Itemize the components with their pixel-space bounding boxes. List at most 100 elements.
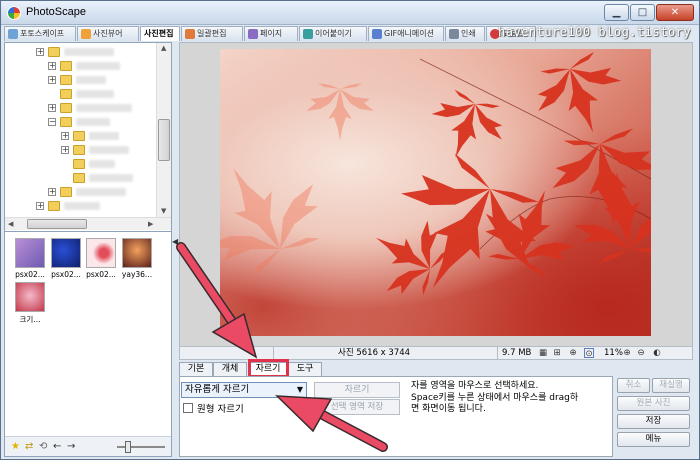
redo-button[interactable]: 재실행 [652, 378, 690, 393]
scroll-right-icon[interactable]: ▶ [148, 220, 153, 228]
info-icon[interactable]: ◐ [652, 348, 662, 358]
tab-gif[interactable]: GIF애니메이션 [368, 26, 444, 41]
collapse-icon[interactable]: − [48, 118, 56, 126]
back-icon[interactable]: ← [53, 441, 61, 453]
fit-icon[interactable]: ⊞ [552, 348, 562, 358]
expand-icon[interactable]: + [61, 146, 69, 154]
cancel-button[interactable]: 취소 [617, 378, 650, 393]
expand-icon[interactable]: + [36, 48, 44, 56]
scroll-thumb[interactable] [158, 119, 170, 161]
original-photo-button[interactable]: 원본 사진 [617, 396, 690, 411]
tab-tools[interactable]: 도구 [288, 362, 322, 376]
panel-collapse-icon[interactable]: ◀ [172, 237, 178, 246]
zoom-actual-icon[interactable]: ⊙ [584, 348, 594, 359]
tree-label-blurred [64, 48, 114, 56]
menu-button[interactable]: 메뉴 [617, 432, 690, 447]
expand-icon[interactable]: + [48, 188, 56, 196]
thumbnail-caption: psx02... [15, 270, 45, 279]
minimize-button[interactable]: ▁ [604, 4, 629, 21]
forward-icon[interactable]: → [67, 441, 75, 453]
tab-basic[interactable]: 기본 [179, 362, 213, 376]
folder-icon [60, 61, 72, 71]
tab-object[interactable]: 개체 [213, 362, 247, 376]
thumbnail-caption: psx02... [86, 270, 116, 279]
crop-mode-select[interactable]: 자유롭게 자르기 ▼ [181, 382, 307, 398]
folder-icon [60, 187, 72, 197]
crop-button[interactable]: 자르기 [314, 382, 400, 398]
tree-label-blurred [89, 132, 119, 140]
edited-photo[interactable] [220, 49, 651, 336]
folder-tree[interactable]: + + + + − + + + + ▲ ▼ [5, 43, 171, 217]
batch-icon [185, 29, 195, 39]
refresh-icon[interactable]: ⟲ [39, 441, 47, 453]
thumbnail-image [86, 238, 116, 268]
tab-combine[interactable]: 이어붙이기 [299, 26, 367, 41]
checker-icon[interactable]: ▦ [538, 348, 548, 358]
combine-icon [303, 29, 313, 39]
tree-vertical-scrollbar[interactable]: ▲ ▼ [156, 43, 171, 217]
close-button[interactable]: ✕ [656, 4, 694, 21]
folder-icon [60, 89, 72, 99]
crop-instructions: 자를 영역을 마우스로 선택하세요. Space키를 누른 상태에서 마우스를 … [411, 381, 611, 416]
scroll-left-icon[interactable]: ◀ [8, 220, 13, 228]
dropdown-arrow-icon[interactable]: ▼ [297, 383, 303, 397]
zoom-out-icon[interactable]: ⊖ [636, 348, 646, 358]
crop-panel: 자유롭게 자르기 ▼ 자르기 선택 영역 저장 원형 자르기 자를 영역을 마우… [179, 376, 613, 457]
favorite-star-icon[interactable]: ★ [11, 441, 20, 453]
thumbnail-item[interactable]: yay36... [120, 238, 154, 279]
photoscape-logo-icon [7, 6, 21, 20]
viewer-icon [81, 29, 91, 39]
thumbnail-caption: 크기... [19, 315, 41, 324]
expand-icon[interactable]: + [48, 62, 56, 70]
expand-icon[interactable]: + [48, 104, 56, 112]
tab-viewer[interactable]: 사진뷰어 [77, 26, 139, 41]
folder-up-icon[interactable]: ⇄ [25, 441, 33, 453]
browser-panel: + + + + − + + + + ▲ ▼ ◀ ▶ psx02... psx02… [4, 42, 172, 457]
tree-label-blurred [76, 188, 126, 196]
zoom-fit-icon[interactable]: ⊕ [568, 348, 578, 358]
expand-icon[interactable]: + [48, 76, 56, 84]
maximize-button[interactable]: □ [630, 4, 655, 21]
tab-label: 이어붙이기 [315, 29, 352, 38]
photoscape-window: PhotoScape ▁ □ ✕ 포토스케이프 사진뷰어 사진편집 일괄편집 페… [0, 0, 700, 460]
folder-icon [48, 201, 60, 211]
thumbnail-item[interactable]: psx02... [13, 238, 47, 279]
thumbnail-size-slider[interactable] [117, 441, 165, 453]
tab-print[interactable]: 인쇄 [445, 26, 485, 41]
tree-horizontal-scrollbar[interactable]: ◀ ▶ [5, 217, 171, 230]
browser-toolbar: ★ ⇄ ⟲ ← → [5, 436, 171, 456]
folder-icon [60, 117, 72, 127]
print-icon [449, 29, 459, 39]
thumbnail-image [122, 238, 152, 268]
tree-label-blurred [64, 202, 100, 210]
tree-label-blurred [76, 104, 132, 112]
status-bar: 사진 5616 x 3744 9.7 MB ▦ ⊞ ⊕ ⊙ 11% ⊕ ⊖ ◐ [179, 346, 693, 360]
tab-photoscape[interactable]: 포토스케이프 [4, 26, 76, 41]
thumbnail-image [51, 238, 81, 268]
folder-icon [73, 145, 85, 155]
thumbnail-item[interactable]: psx02... [49, 238, 83, 279]
round-crop-checkbox[interactable] [183, 403, 193, 413]
zoom-in-icon[interactable]: ⊕ [622, 348, 632, 358]
expand-icon[interactable]: + [36, 202, 44, 210]
tree-label-blurred [76, 90, 114, 98]
folder-icon [73, 173, 85, 183]
thumbnail-item[interactable]: 크기... [13, 282, 47, 325]
tab-editor[interactable]: 사진편집 [140, 26, 180, 41]
thumbnail-image [15, 282, 45, 312]
tree-label-blurred [76, 62, 120, 70]
expand-icon[interactable]: + [61, 132, 69, 140]
page-icon [248, 29, 258, 39]
scroll-thumb[interactable] [27, 219, 87, 229]
save-button[interactable]: 저장 [617, 414, 690, 429]
thumbnail-item[interactable]: psx02... [84, 238, 118, 279]
gif-icon [372, 29, 382, 39]
round-crop-label: 원형 자르기 [197, 404, 244, 415]
save-selection-button[interactable]: 선택 영역 저장 [314, 399, 400, 415]
tab-batch[interactable]: 일괄편집 [181, 26, 243, 41]
slider-knob[interactable] [125, 441, 131, 453]
scroll-up-icon[interactable]: ▲ [161, 44, 166, 52]
scroll-down-icon[interactable]: ▼ [161, 207, 166, 215]
tab-page[interactable]: 페이지 [244, 26, 298, 41]
thumbnail-caption: yay36... [121, 270, 153, 279]
